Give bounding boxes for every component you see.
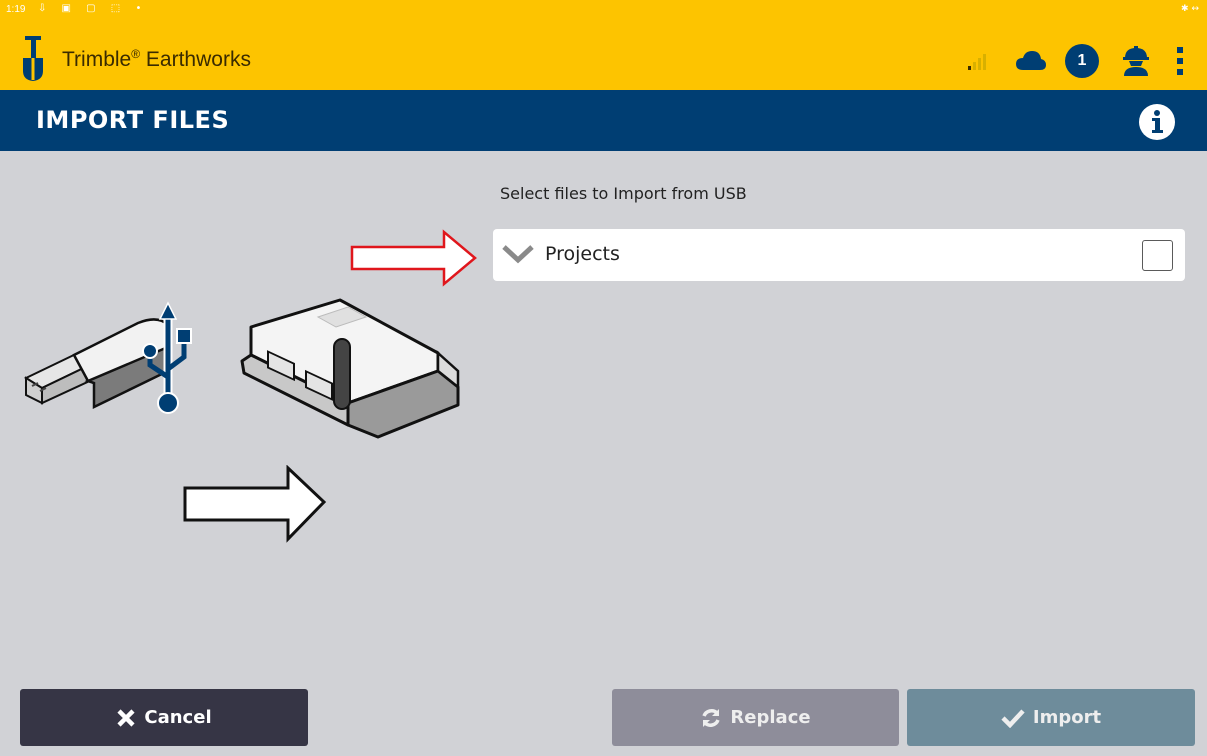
page-header: IMPORT FILES [0,90,1207,151]
status-notification-icons: ⇩ ▣ ▢ ⬚ • [38,3,148,14]
status-system-icons: ✱ ↔ [1181,4,1199,14]
tree-item-label: Projects [545,243,620,265]
cancel-button[interactable]: Cancel [20,689,308,746]
import-button-label: Import [1032,707,1102,728]
app-bar: 1:19 ⇩ ▣ ▢ ⬚ • ✱ ↔ Trimble® Earthworks 1 [0,0,1207,90]
app-title-brand: Trimble [62,48,132,71]
chevron-down-icon[interactable] [501,243,535,269]
cloud-icon[interactable] [1015,49,1047,75]
app-title-mark: ® [131,47,141,61]
shovel-logo-icon [20,36,46,86]
red-arrow-icon [350,229,480,291]
checkmark-icon [1001,708,1025,728]
arrow-right-icon [182,464,328,547]
page-title: IMPORT FILES [36,106,230,134]
signal-strength-icon[interactable] [967,50,991,74]
app-title: Trimble® Earthworks [62,47,251,72]
status-time: 1:19 [6,4,26,15]
refresh-icon [700,707,722,729]
info-icon[interactable] [1138,103,1176,145]
more-vert-icon[interactable] [1175,46,1185,80]
cancel-button-label: Cancel [144,707,212,728]
projects-checkbox[interactable] [1142,240,1173,271]
worker-hardhat-icon[interactable] [1121,45,1151,81]
close-icon [116,708,136,728]
import-button[interactable]: Import [907,689,1195,746]
usb-device-illustration [18,295,468,449]
import-instruction: Select files to Import from USB [500,184,747,203]
notification-count-badge[interactable]: 1 [1065,44,1099,78]
app-title-suffix: Earthworks [140,48,251,71]
tree-item-projects[interactable]: Projects [493,229,1185,281]
replace-button-label: Replace [730,707,811,728]
replace-button[interactable]: Replace [612,689,899,746]
